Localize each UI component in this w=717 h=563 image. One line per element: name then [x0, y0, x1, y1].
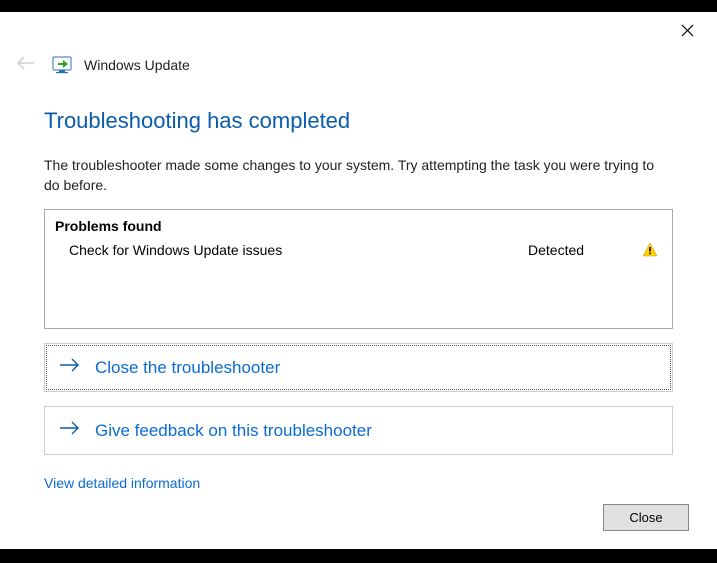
window-close-button[interactable] [675, 18, 699, 42]
content-area: Troubleshooting has completed The troubl… [44, 108, 673, 493]
header-title: Windows Update [84, 57, 190, 73]
back-arrow-icon [12, 54, 40, 75]
windows-update-icon [52, 56, 72, 74]
close-troubleshooter-button[interactable]: Close the troubleshooter [44, 343, 673, 392]
close-troubleshooter-label: Close the troubleshooter [95, 358, 280, 378]
top-window-frame [0, 0, 717, 12]
problem-name: Check for Windows Update issues [69, 242, 528, 258]
close-button[interactable]: Close [603, 504, 689, 531]
bottom-window-frame [0, 549, 717, 563]
page-heading: Troubleshooting has completed [44, 108, 673, 134]
footer-bar: Close [603, 504, 689, 531]
view-detailed-link[interactable]: View detailed information [44, 475, 200, 491]
page-description: The troubleshooter made some changes to … [44, 156, 673, 195]
problems-found-box: Problems found Check for Windows Update … [44, 209, 673, 329]
give-feedback-button[interactable]: Give feedback on this troubleshooter [44, 406, 673, 455]
header-bar: Windows Update [12, 54, 705, 75]
warning-icon [638, 242, 662, 258]
problem-status: Detected [528, 242, 638, 258]
problem-row: Check for Windows Update issues Detected [55, 242, 662, 258]
problems-found-title: Problems found [55, 218, 662, 234]
give-feedback-label: Give feedback on this troubleshooter [95, 421, 372, 441]
arrow-right-icon [59, 356, 81, 379]
close-icon [681, 24, 694, 37]
arrow-right-icon [59, 419, 81, 442]
troubleshooter-window: Windows Update Troubleshooting has compl… [0, 12, 717, 549]
